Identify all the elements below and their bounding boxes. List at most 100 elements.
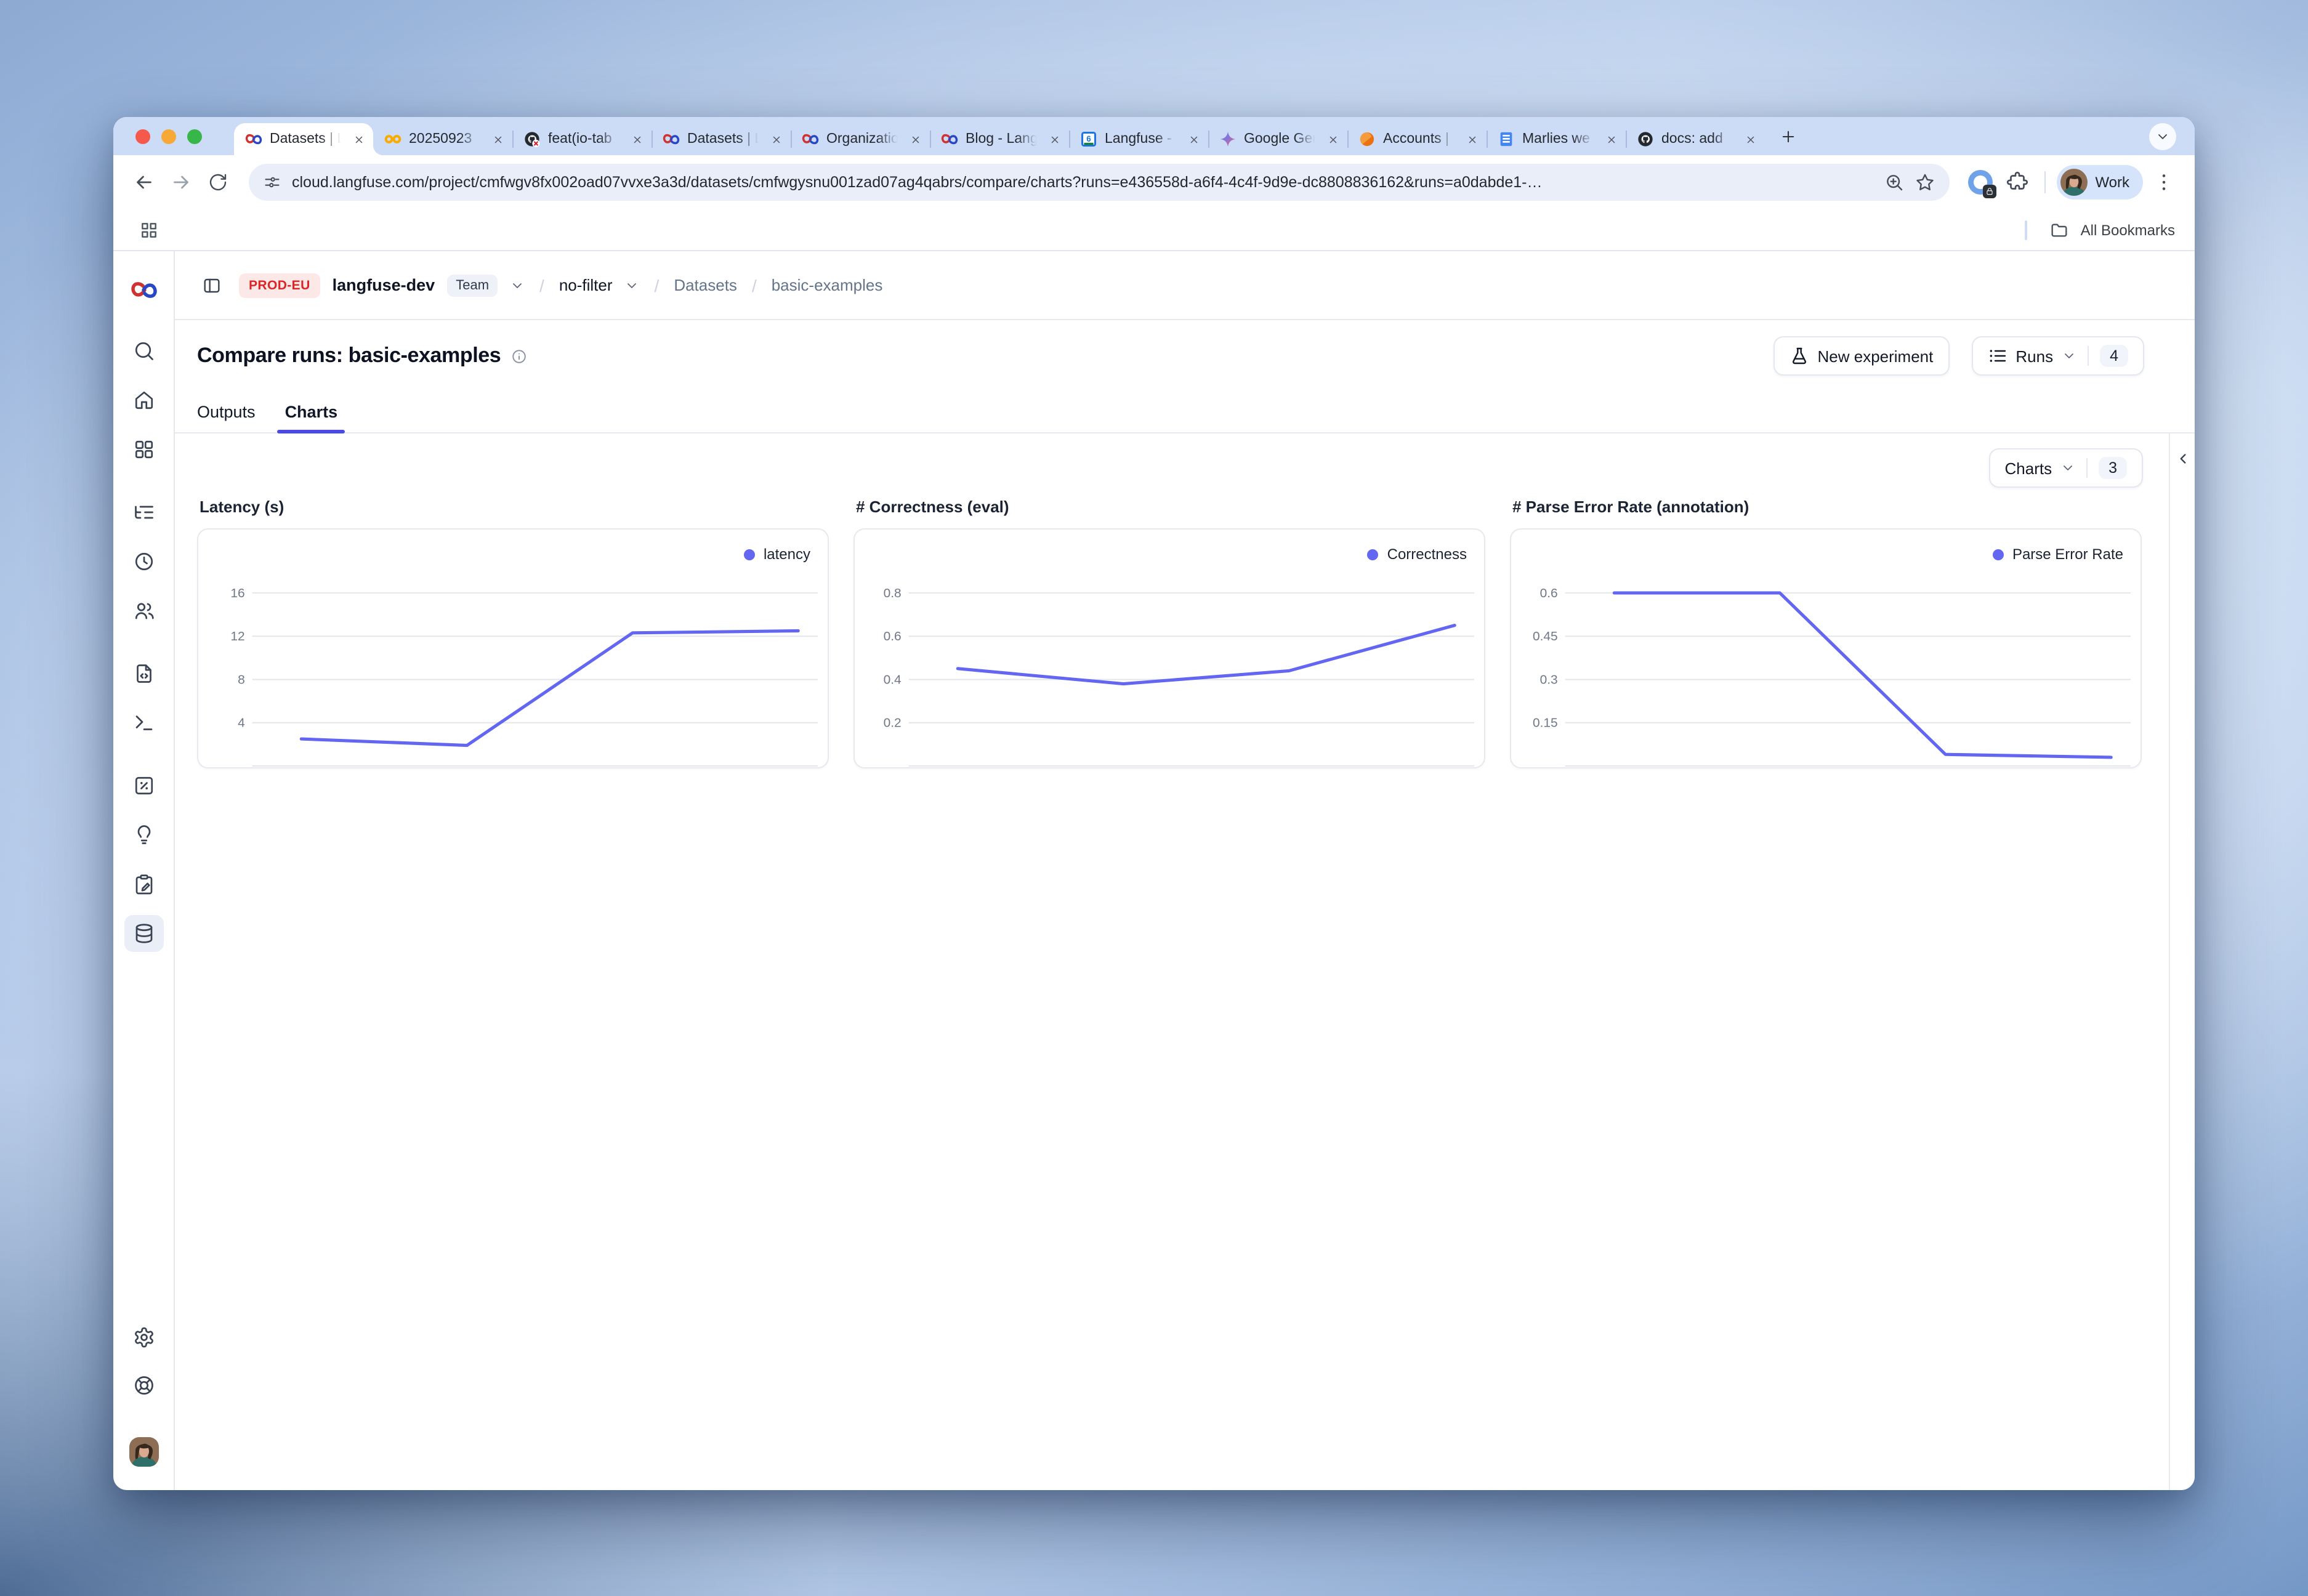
settings-gear-icon[interactable]	[124, 1319, 163, 1356]
langfuse-favicon	[663, 131, 680, 148]
langfuse-favicon	[802, 131, 819, 148]
chevron-down-icon	[2155, 129, 2170, 143]
chevron-down-icon[interactable]	[510, 278, 525, 292]
tab-charts[interactable]: Charts	[285, 392, 338, 432]
browser-tab[interactable]: feat(io-tab	[512, 123, 652, 155]
charts-dropdown-button[interactable]: Charts 3	[1989, 448, 2144, 488]
calendar-favicon: 6	[1080, 131, 1097, 148]
tab-title: Google Ger	[1244, 132, 1317, 147]
zoom-icon[interactable]	[1884, 172, 1904, 192]
clipboard-pen-icon[interactable]	[124, 866, 163, 903]
plus-icon	[1780, 127, 1797, 145]
chart-line	[1614, 593, 2111, 757]
url-bar[interactable]: cloud.langfuse.com/project/cmfwgv8fx002o…	[249, 164, 1950, 201]
panel-toggle-button[interactable]	[197, 270, 227, 300]
title-row: Compare runs: basic-examples New experim…	[175, 320, 2195, 392]
home-icon[interactable]	[124, 382, 163, 419]
tab-title: Langfuse -	[1105, 132, 1177, 147]
user-avatar[interactable]	[129, 1437, 158, 1467]
close-window-button[interactable]	[135, 129, 150, 143]
runs-dropdown-button[interactable]: Runs 4	[1971, 336, 2144, 376]
legend-label: Parse Error Rate	[2012, 546, 2123, 563]
dashboard-grid-icon[interactable]	[124, 431, 163, 468]
browser-tab[interactable]: Datasets | L	[234, 123, 373, 155]
minimize-window-button[interactable]	[161, 129, 176, 143]
browser-tab[interactable]: Blog - Lang	[930, 123, 1069, 155]
bookmarks-bar: All Bookmarks	[113, 209, 2195, 251]
browser-tab[interactable]: 6 Langfuse -	[1069, 123, 1208, 155]
tab-close-icon[interactable]	[1046, 131, 1063, 148]
browser-tab[interactable]: Google Ger	[1208, 123, 1347, 155]
button-divider	[2086, 458, 2088, 478]
extension-badge-icon[interactable]	[1968, 170, 1993, 195]
puzzle-icon	[2006, 171, 2028, 193]
bookmark-star-icon[interactable]	[1915, 172, 1935, 192]
file-code-icon[interactable]	[124, 655, 163, 692]
tab-close-icon[interactable]	[350, 131, 367, 148]
database-icon[interactable]	[124, 915, 163, 952]
chart-card[interactable]: 0.60.450.30.15Parse Error Rate	[1510, 528, 2142, 768]
svg-text:4: 4	[238, 716, 245, 730]
breadcrumb-item[interactable]: basic-examples	[772, 276, 883, 294]
browser-menu-button[interactable]	[2148, 166, 2180, 198]
fullscreen-window-button[interactable]	[187, 129, 202, 143]
collapse-panel-rail[interactable]	[2169, 433, 2195, 1490]
breadcrumb-org[interactable]: langfuse-dev	[333, 276, 435, 294]
tab-close-icon[interactable]	[906, 131, 924, 148]
tab-close-icon[interactable]	[1324, 131, 1341, 148]
tab-close-icon[interactable]	[628, 131, 645, 148]
legend-label: Correctness	[1387, 546, 1467, 563]
breadcrumb-project[interactable]: no-filter	[559, 276, 613, 294]
tab-close-icon[interactable]	[489, 131, 506, 148]
page-title: Compare runs: basic-examples	[197, 344, 501, 368]
back-button[interactable]	[128, 166, 160, 198]
browser-tab[interactable]: Accounts |	[1347, 123, 1487, 155]
svg-text:0.15: 0.15	[1533, 716, 1558, 730]
tab-close-icon[interactable]	[767, 131, 785, 148]
url-text[interactable]: cloud.langfuse.com/project/cmfwgv8fx002o…	[292, 174, 1873, 191]
all-bookmarks-button[interactable]: All Bookmarks	[2081, 221, 2175, 238]
browser-tab[interactable]: Marlies we	[1487, 123, 1626, 155]
langfuse-app: PROD-EU langfuse-dev Team / no-filter / …	[113, 251, 2195, 1490]
tab-close-icon[interactable]	[1741, 131, 1759, 148]
charts-content: Charts 3 Latency (s)161284latency# Corre…	[175, 433, 2195, 1490]
tab-search-button[interactable]	[2149, 123, 2176, 150]
tab-title: Blog - Lang	[966, 132, 1038, 147]
info-icon[interactable]	[510, 348, 527, 364]
users-icon[interactable]	[124, 592, 163, 629]
browser-tab[interactable]: docs: add	[1626, 123, 1765, 155]
profile-chip[interactable]: Work	[2057, 165, 2143, 200]
tab-close-icon[interactable]	[1185, 131, 1202, 148]
tab-title: Datasets | L	[687, 132, 760, 147]
clock-icon[interactable]	[124, 543, 163, 580]
extensions-puzzle-button[interactable]	[2001, 166, 2033, 198]
forward-button[interactable]	[165, 166, 197, 198]
chart-card[interactable]: 161284latency	[197, 528, 829, 768]
site-controls-icon[interactable]	[264, 174, 281, 191]
chart-legend: Correctness	[1368, 546, 1467, 563]
lightbulb-icon[interactable]	[124, 816, 163, 853]
tab-close-icon[interactable]	[1463, 131, 1480, 148]
list-tree-icon[interactable]	[124, 494, 163, 531]
button-divider	[2088, 346, 2089, 366]
folder-icon	[2050, 220, 2070, 240]
tab-close-icon[interactable]	[1602, 131, 1620, 148]
new-tab-button[interactable]	[1772, 120, 1804, 152]
terminal-icon[interactable]	[124, 704, 163, 741]
browser-tab[interactable]: Datasets | L	[652, 123, 791, 155]
tab-outputs[interactable]: Outputs	[197, 392, 256, 432]
chart-legend: latency	[744, 546, 810, 563]
new-experiment-button[interactable]: New experiment	[1773, 336, 1950, 376]
support-lifebuoy-icon[interactable]	[124, 1367, 163, 1404]
square-percent-icon[interactable]	[124, 767, 163, 804]
reload-button[interactable]	[202, 166, 234, 198]
tab-title: Marlies we	[1522, 132, 1595, 147]
apps-grid-button[interactable]	[133, 214, 165, 246]
chevron-down-icon[interactable]	[625, 278, 640, 292]
breadcrumb-datasets-link[interactable]: Datasets	[674, 276, 737, 294]
browser-tab[interactable]: Organizatio	[791, 123, 930, 155]
chart-card[interactable]: 0.80.60.40.2Correctness	[853, 528, 1485, 768]
search-icon[interactable]	[124, 332, 163, 369]
browser-tab[interactable]: 20250923	[373, 123, 512, 155]
svg-text:0.8: 0.8	[884, 586, 902, 600]
